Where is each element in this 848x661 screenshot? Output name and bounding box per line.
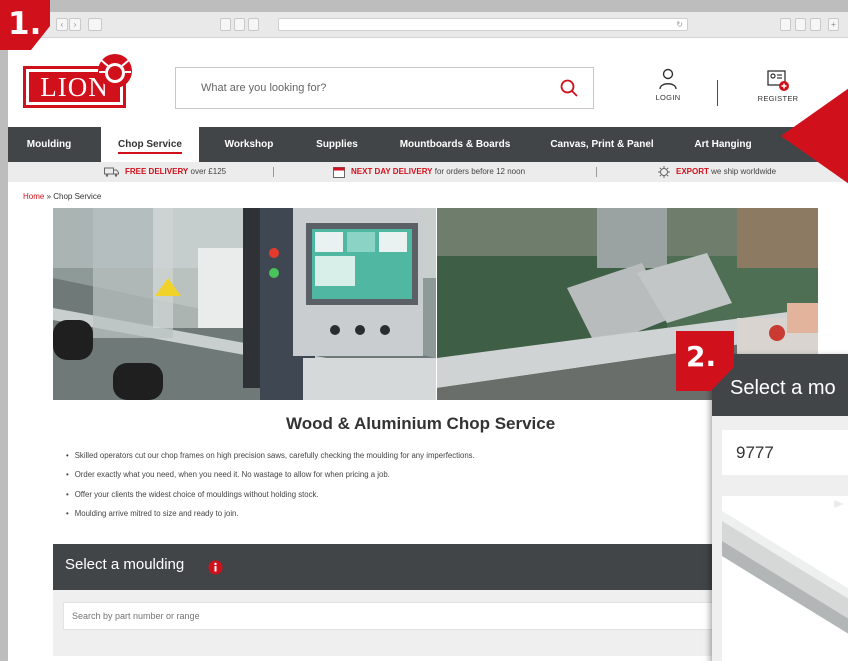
zoom-title: Select a mo: [730, 377, 836, 399]
sidebar-icon[interactable]: [88, 18, 102, 31]
search-input[interactable]: What are you looking for?: [201, 82, 326, 94]
step-marker-2-label: 2.: [686, 340, 717, 373]
truck-icon: [104, 167, 119, 177]
new-tab-icon[interactable]: +: [828, 18, 839, 31]
page-title: Wood & Aluminium Chop Service: [286, 414, 556, 433]
service-feature-list: Skilled operators cut our chop frames on…: [66, 450, 475, 527]
usp-nextday-text: for orders before 12 noon: [432, 167, 526, 176]
browser-toolbar: ‹ › ↻ +: [8, 12, 848, 38]
select-moulding-title: Select a moulding: [65, 556, 185, 573]
nav-item-art-hanging[interactable]: Art Hanging: [682, 127, 764, 162]
home-icon[interactable]: [248, 18, 259, 31]
nav-label: Canvas, Print & Panel: [550, 139, 654, 150]
usp-export-bold: EXPORT: [676, 167, 709, 176]
lion-logo[interactable]: LION: [23, 52, 135, 112]
download-icon[interactable]: [780, 18, 791, 31]
step-marker-1-label: 1.: [8, 6, 42, 42]
usp-divider: [596, 167, 597, 177]
nav-label: Workshop: [224, 139, 274, 150]
usp-free-delivery: FREE DELIVERY over £125: [104, 162, 226, 182]
register-button[interactable]: REGISTER: [753, 68, 803, 112]
zoom-search-input[interactable]: 9777: [722, 430, 848, 475]
user-icon: [659, 68, 677, 90]
feature-item: Order exactly what you need, when you ne…: [66, 469, 475, 488]
globe-icon: [658, 165, 670, 178]
nav-item-chop-service[interactable]: Chop Service: [101, 127, 199, 162]
nav-item-supplies[interactable]: Supplies: [302, 127, 372, 162]
usp-export: EXPORT we ship worldwide: [658, 162, 776, 182]
nav-item-workshop[interactable]: Workshop: [212, 127, 286, 162]
chop-saw-photo: [53, 208, 436, 400]
usp-delivery-text: over £125: [188, 167, 227, 176]
forward-icon[interactable]: ›: [69, 18, 81, 31]
main-nav: Moulding Chop Service Workshop Supplies …: [8, 127, 848, 162]
nav-item-moulding[interactable]: Moulding: [8, 127, 90, 162]
settings-icon[interactable]: [810, 18, 821, 31]
reader-icon[interactable]: [234, 18, 245, 31]
breadcrumb: Home » Chop Service: [23, 192, 101, 201]
usp-next-day: NEXT DAY DELIVERY for orders before 12 n…: [333, 162, 525, 182]
lion-head-icon: [98, 54, 132, 88]
nav-label: Moulding: [26, 139, 72, 150]
chop-saw-illustration: [53, 208, 436, 400]
usp-export-text: we ship worldwide: [708, 167, 777, 176]
header-divider: [717, 80, 718, 106]
breadcrumb-separator: »: [44, 192, 54, 201]
nav-item-canvas[interactable]: Canvas, Print & Panel: [544, 127, 660, 162]
share-icon[interactable]: [220, 18, 231, 31]
breadcrumb-home-link[interactable]: Home: [23, 192, 44, 201]
info-icon[interactable]: [208, 560, 223, 575]
feature-item: Offer your clients the widest choice of …: [66, 489, 475, 508]
login-button[interactable]: LOGIN: [643, 68, 693, 112]
feature-item: Skilled operators cut our chop frames on…: [66, 450, 475, 469]
zoomed-select-panel: Select a mo 9777: [712, 354, 848, 661]
usp-nextday-bold: NEXT DAY DELIVERY: [351, 167, 433, 176]
tabs-icon[interactable]: [795, 18, 806, 31]
nav-item-mountboards[interactable]: Mountboards & Boards: [390, 127, 520, 162]
register-id-card-icon: [767, 70, 789, 91]
nav-label: Mountboards & Boards: [399, 139, 511, 150]
address-bar[interactable]: ↻: [278, 18, 688, 31]
reload-icon[interactable]: ↻: [676, 19, 683, 31]
moulding-search-input[interactable]: [63, 602, 823, 630]
nav-label: Art Hanging: [694, 139, 752, 150]
usp-bar: FREE DELIVERY over £125 NEXT DAY DELIVER…: [8, 162, 848, 182]
moulding-result-image[interactable]: [722, 496, 848, 661]
nav-label: Chop Service: [118, 139, 182, 154]
aluminium-moulding-illustration: [722, 500, 848, 634]
usp-divider: [273, 167, 274, 177]
login-label: LOGIN: [655, 93, 681, 102]
breadcrumb-current: Chop Service: [53, 192, 102, 201]
nav-label: Supplies: [316, 139, 358, 150]
search-box[interactable]: What are you looking for?: [175, 67, 594, 109]
register-label: REGISTER: [757, 94, 799, 103]
usp-delivery-bold: FREE DELIVERY: [125, 167, 189, 176]
search-icon[interactable]: [559, 78, 579, 98]
calendar-icon: [333, 166, 345, 178]
feature-item: Moulding arrive mitred to size and ready…: [66, 508, 475, 527]
annotated-screenshot: ‹ › ↻ + LION What are you looking for? L…: [0, 0, 848, 661]
back-icon[interactable]: ‹: [56, 18, 68, 31]
